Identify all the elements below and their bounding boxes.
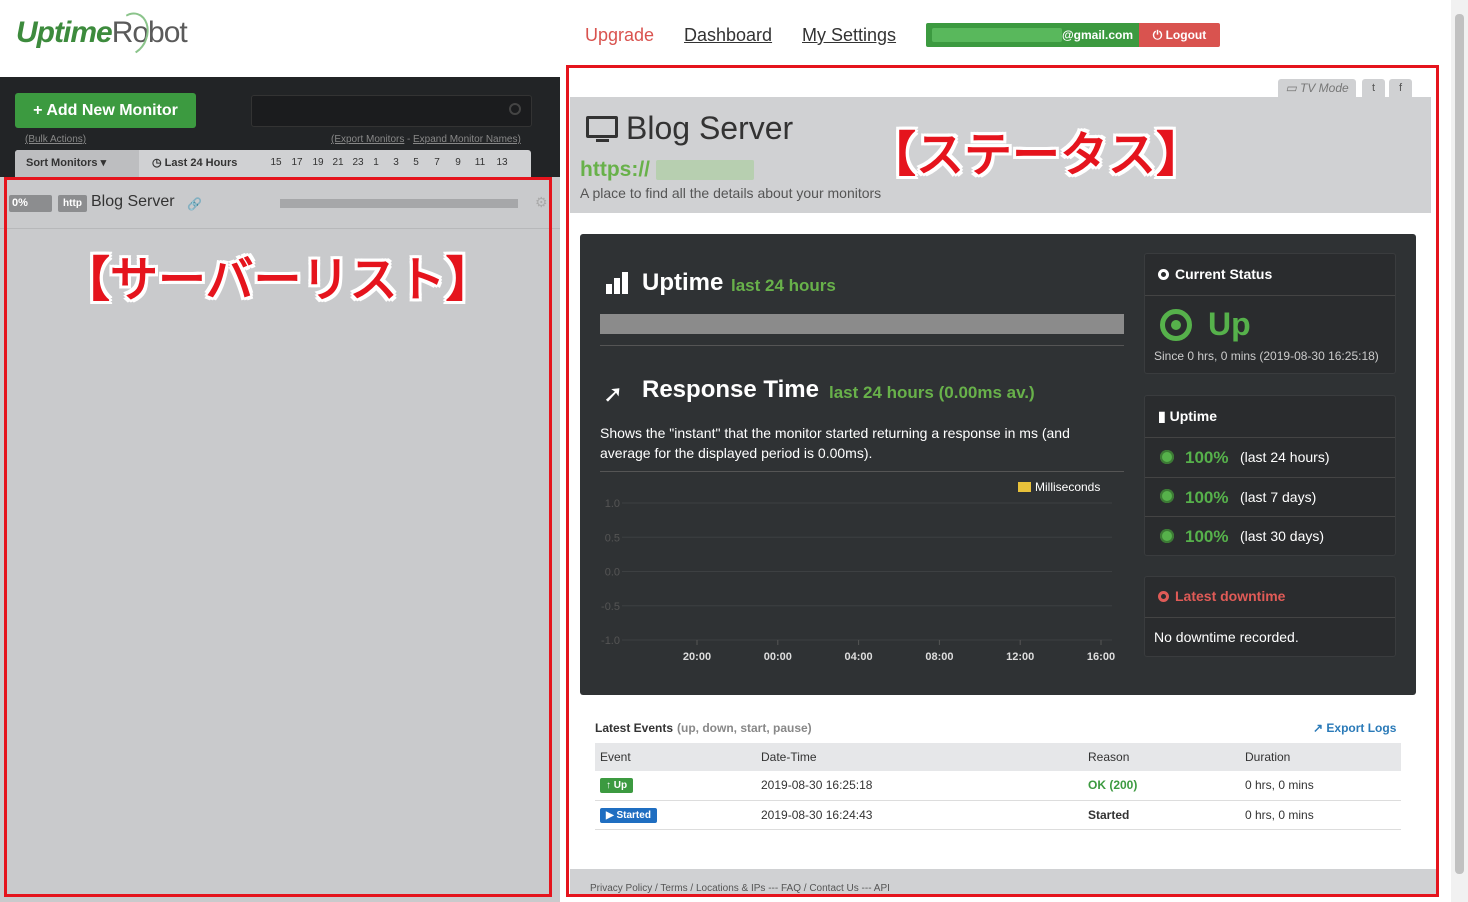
link-separator: -	[407, 134, 411, 145]
hour-tick: 19	[312, 157, 324, 168]
account-email: @gmail.com	[926, 23, 1139, 47]
logo-text-b: Robot	[111, 16, 188, 49]
expand-monitor-names-link[interactable]: Expand Monitor Names)	[413, 134, 521, 145]
caret-down-icon: ▾	[100, 157, 107, 169]
logo[interactable]: UptimeRobot	[16, 16, 188, 50]
email-text: @gmail.com	[1061, 28, 1133, 42]
hour-tick: 7	[434, 157, 440, 168]
period-text: Last 24 Hours	[164, 157, 238, 169]
hour-tick: 1	[373, 157, 379, 168]
power-icon: ⏻	[1152, 28, 1166, 42]
hour-tick: 17	[291, 157, 303, 168]
email-blur	[932, 28, 1062, 42]
hour-tick: 9	[455, 157, 461, 168]
nav-my-settings[interactable]: My Settings	[802, 25, 896, 46]
period-label: ◷ Last 24 Hours	[152, 150, 237, 176]
hour-tick: 23	[352, 157, 364, 168]
scrollbar-thumb[interactable]	[1455, 14, 1464, 874]
annotation-label-server-list: 【サーバーリスト】	[62, 252, 494, 308]
logo-text: Uptime	[16, 16, 113, 49]
logout-label: Logout	[1165, 28, 1207, 42]
nav-upgrade[interactable]: Upgrade	[585, 25, 654, 46]
hour-tick: 3	[393, 157, 399, 168]
export-monitors-link[interactable]: (Export Monitors	[331, 134, 404, 145]
annotation-label-status: 【ステータス】	[868, 127, 1205, 183]
hour-tick: 15	[270, 157, 282, 168]
nav-dashboard[interactable]: Dashboard	[684, 25, 772, 46]
sort-bar: Sort Monitors ▾ ◷ Last 24 Hours 15 17 19 21…	[15, 150, 531, 177]
add-new-monitor-button[interactable]: + Add New Monitor	[15, 93, 196, 128]
hour-tick: 13	[496, 157, 508, 168]
logout-button[interactable]: ⏻ Logout	[1139, 23, 1220, 47]
search-input[interactable]	[251, 95, 532, 127]
hour-tick: 21	[332, 157, 344, 168]
sort-monitors-dropdown[interactable]: Sort Monitors ▾	[15, 150, 139, 177]
search-icon	[509, 103, 521, 115]
scrollbar[interactable]	[1451, 0, 1468, 902]
annotation-box-right	[566, 65, 1439, 897]
sort-label: Sort Monitors	[26, 157, 98, 169]
clock-icon: ◷	[152, 157, 162, 169]
bulk-actions-link[interactable]: (Bulk Actions)	[25, 134, 86, 145]
hour-tick: 5	[413, 157, 419, 168]
hour-tick: 11	[474, 157, 486, 168]
